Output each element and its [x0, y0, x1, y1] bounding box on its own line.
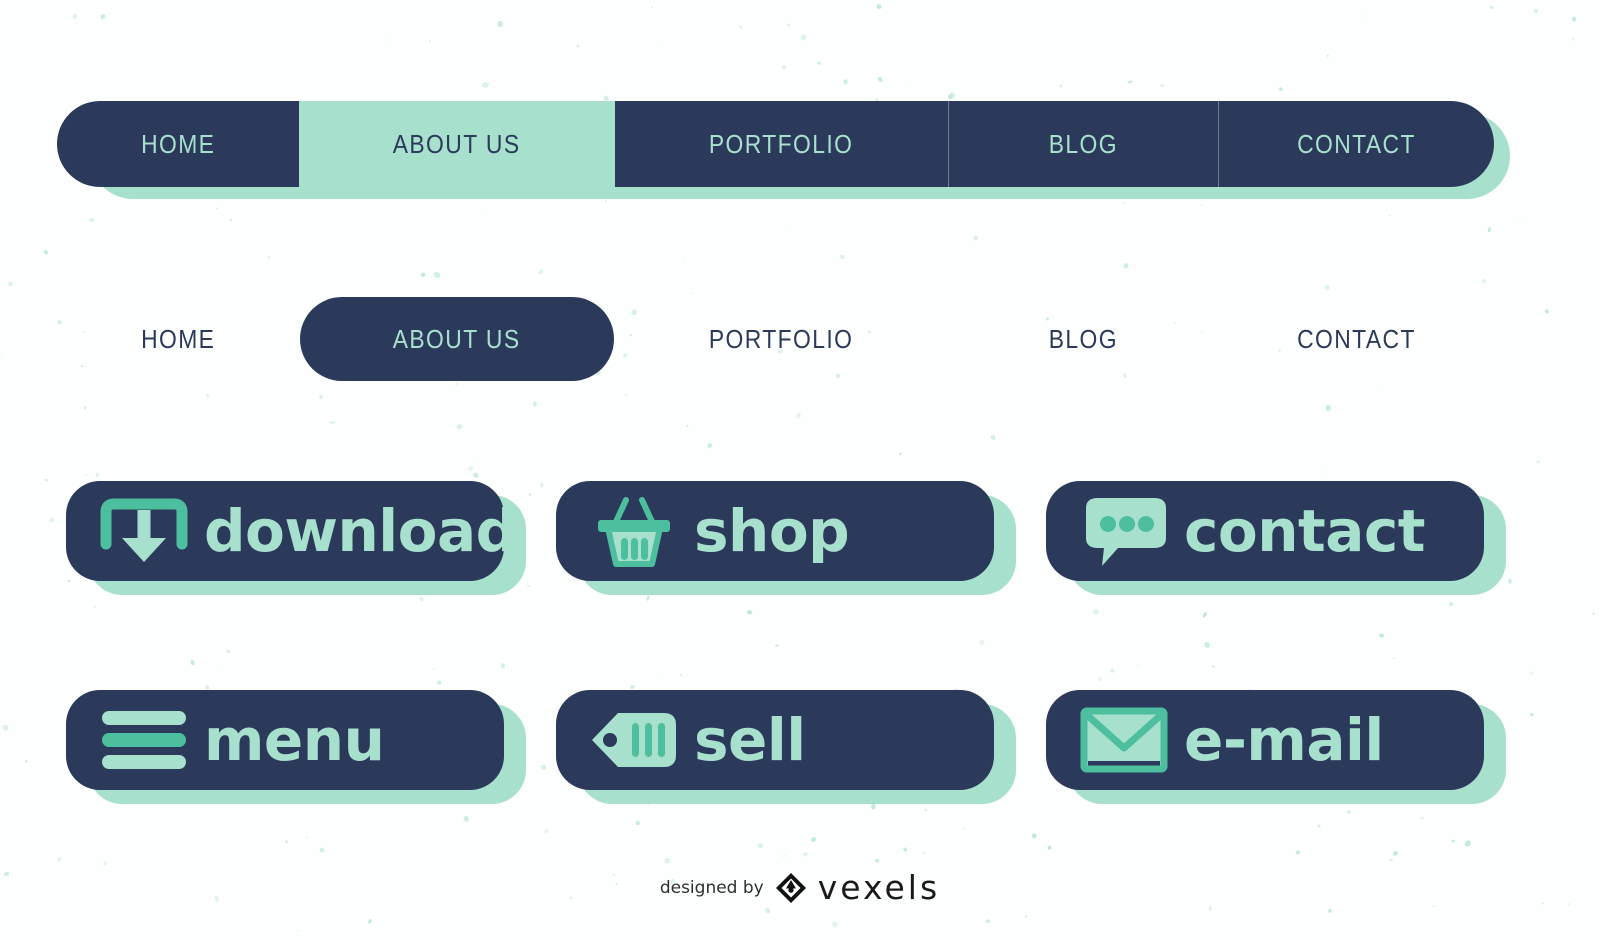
- sell-button[interactable]: sell: [556, 690, 994, 790]
- shop-button-label: shop: [694, 497, 850, 565]
- navbar-divider: [948, 101, 949, 187]
- contact-button-label: contact: [1184, 497, 1426, 565]
- download-button-label: download: [204, 497, 517, 565]
- hamburger-menu-icon-wrap: [96, 702, 192, 778]
- navbar-item-label: HOME: [140, 128, 216, 159]
- footer-watermark: designed by vexels: [0, 868, 1600, 907]
- menu-button[interactable]: menu: [66, 690, 504, 790]
- navbar: HOME ABOUT US PORTFOLIO BLOG CONTACT: [57, 101, 1494, 187]
- navbar-item-label: PORTFOLIO: [709, 128, 854, 159]
- shopping-basket-icon: [598, 497, 670, 567]
- nav-link-active-pill[interactable]: ABOUT US: [300, 297, 614, 381]
- navbar-item-about-us[interactable]: ABOUT US: [299, 101, 615, 187]
- download-button[interactable]: download: [66, 481, 517, 581]
- nav-link-label: BLOG: [1048, 323, 1118, 354]
- price-tag-icon-wrap: [586, 702, 682, 778]
- nav-link-label: CONTACT: [1296, 323, 1416, 354]
- sell-button-label: sell: [694, 706, 806, 774]
- navbar-item-home[interactable]: HOME: [57, 101, 299, 187]
- envelope-icon-wrap: [1076, 702, 1172, 778]
- menu-button-label: menu: [204, 706, 385, 774]
- nav-link-label: HOME: [140, 323, 216, 354]
- nav-link-label: PORTFOLIO: [709, 323, 854, 354]
- navbar-item-label: CONTACT: [1296, 128, 1416, 159]
- button-set-artboard: HOME ABOUT US PORTFOLIO BLOG CONTACT HOME ABO…: [0, 0, 1600, 941]
- nav-link-portfolio[interactable]: PORTFOLIO: [615, 296, 948, 382]
- designed-by-label: designed by: [659, 877, 764, 898]
- navbar-item-label: ABOUT US: [393, 128, 521, 159]
- shopping-basket-icon-wrap: [586, 493, 682, 569]
- navbar-item-label: BLOG: [1048, 128, 1118, 159]
- hamburger-menu-icon: [102, 711, 186, 769]
- envelope-icon: [1080, 707, 1168, 773]
- navbar-item-portfolio[interactable]: PORTFOLIO: [615, 101, 948, 187]
- nav-links-row: HOME ABOUT US PORTFOLIO BLOG CONTACT: [57, 296, 1494, 382]
- nav-link-blog[interactable]: BLOG: [948, 296, 1218, 382]
- price-tag-icon: [592, 713, 676, 767]
- nav-link-label: ABOUT US: [393, 323, 521, 354]
- navbar-item-blog[interactable]: BLOG: [948, 101, 1218, 187]
- navbar-divider: [1218, 101, 1219, 187]
- speech-bubble-icon-wrap: [1076, 493, 1172, 569]
- nav-link-about-us[interactable]: ABOUT US: [299, 296, 615, 382]
- vexels-diamond-pen-icon: [775, 872, 806, 903]
- vexels-brand-label: vexels: [817, 868, 941, 907]
- contact-button[interactable]: contact: [1046, 481, 1484, 581]
- e-mail-button[interactable]: e-mail: [1046, 690, 1484, 790]
- download-tray-icon-wrap: [96, 493, 192, 569]
- shop-button[interactable]: shop: [556, 481, 994, 581]
- nav-link-home[interactable]: HOME: [57, 296, 299, 382]
- nav-link-contact[interactable]: CONTACT: [1218, 296, 1494, 382]
- navbar-item-contact[interactable]: CONTACT: [1218, 101, 1494, 187]
- e-mail-button-label: e-mail: [1184, 706, 1384, 774]
- speech-bubble-icon: [1086, 498, 1166, 566]
- download-tray-icon: [100, 498, 188, 562]
